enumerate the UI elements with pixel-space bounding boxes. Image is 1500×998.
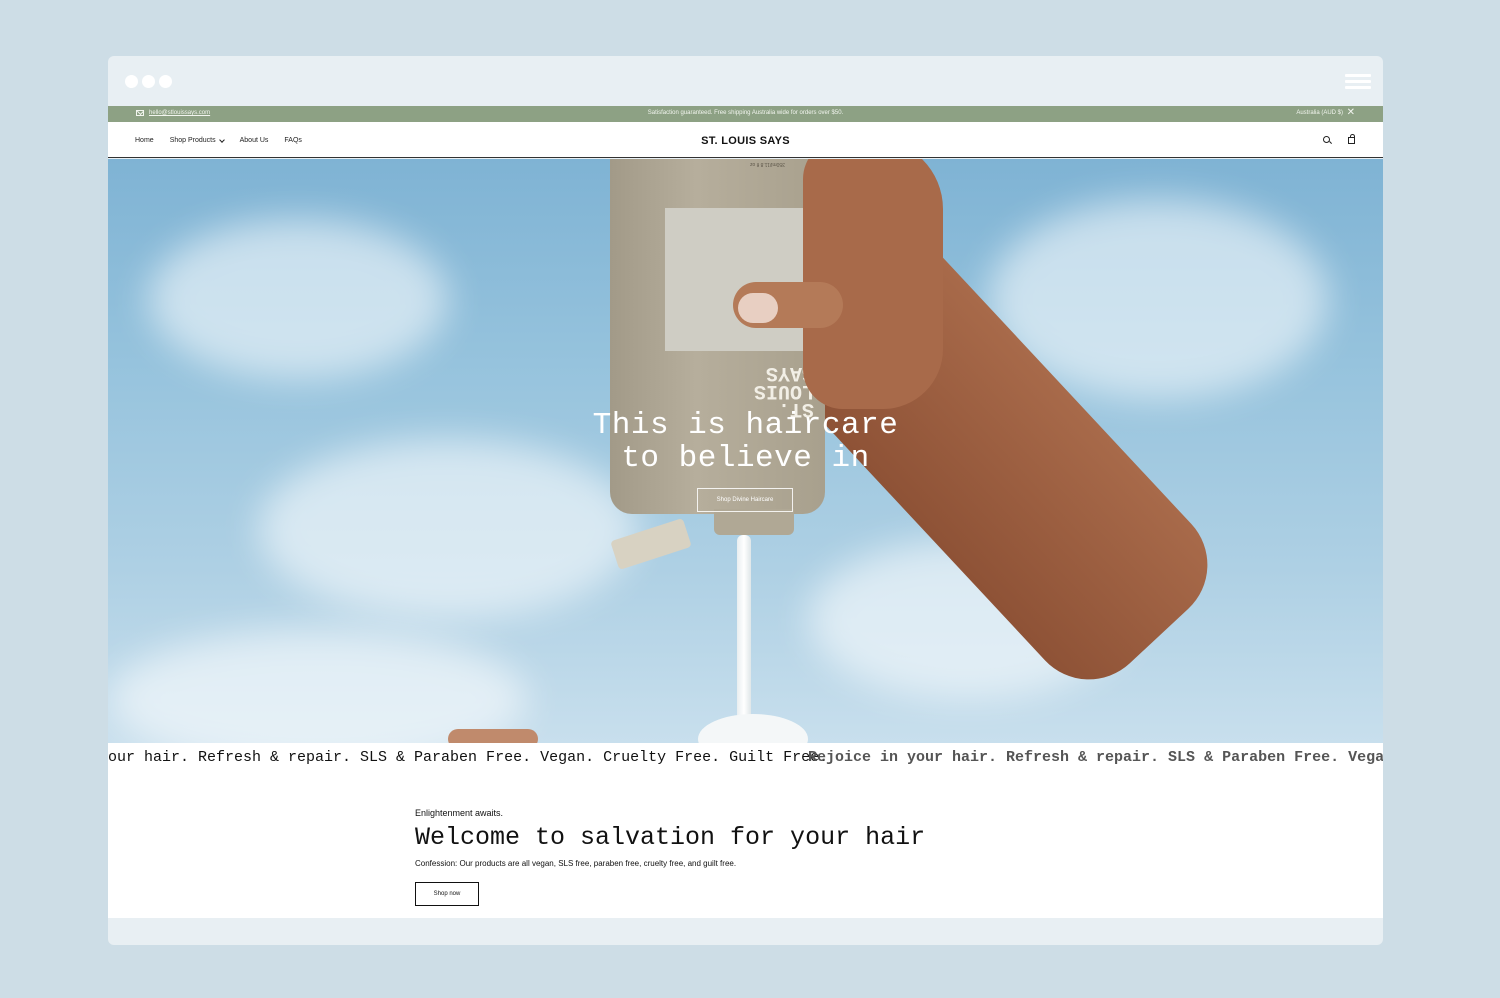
shop-now-button[interactable]: Shop now [415, 882, 479, 906]
search-icon[interactable] [1323, 136, 1330, 143]
hero-banner: 350ml/11.8 fl oz ST. LOUIS SAYS This is … [108, 159, 1383, 743]
cloud [108, 629, 528, 743]
site-header: Home Shop Products About Us FAQs ST. LOU… [108, 122, 1383, 158]
product-stream [737, 535, 751, 725]
announcement-bar: hello@stlouissays.com Satisfaction guara… [108, 106, 1383, 122]
hero-title-line2: to believe in [621, 441, 870, 476]
shop-divine-haircare-button[interactable]: Shop Divine Haircare [697, 488, 793, 512]
close-icon[interactable]: ✕ [1347, 107, 1355, 118]
hero-title-line1: This is haircare [592, 408, 899, 443]
product-foam [698, 714, 808, 743]
hero-title: This is haircare to believe in [108, 409, 1383, 475]
welcome-title: Welcome to salvation for your hair [415, 823, 926, 852]
site-logo[interactable]: ST. LOUIS SAYS [108, 135, 1383, 147]
marquee-text-repeat: Rejoice in your hair. Refresh & repair. … [808, 749, 1383, 766]
announcement-message: Satisfaction guaranteed. Free shipping A… [647, 110, 844, 116]
lower-hand-image [448, 729, 538, 743]
cloud [148, 219, 448, 379]
window-dot-close[interactable] [125, 75, 138, 88]
bottle-neck [714, 509, 794, 535]
marquee-text: our hair. Refresh & repair. SLS & Parabe… [108, 749, 829, 766]
header-icons [1323, 134, 1355, 144]
bottle-volume: 350ml/11.8 fl oz [750, 161, 785, 167]
thumbnail-image [738, 293, 778, 323]
bottle-label [665, 208, 803, 351]
bag-icon[interactable] [1348, 134, 1355, 144]
browser-window: hello@stlouissays.com Satisfaction guara… [108, 56, 1383, 945]
window-dot-maximize[interactable] [159, 75, 172, 88]
welcome-section: Enlightenment awaits. Welcome to salvati… [108, 773, 1383, 918]
hamburger-menu-icon[interactable] [1345, 74, 1371, 90]
welcome-subtitle: Confession: Our products are all vegan, … [415, 859, 737, 868]
window-controls [125, 75, 172, 88]
region-selector[interactable]: Australia (AUD $) [1296, 110, 1343, 116]
window-dot-minimize[interactable] [142, 75, 155, 88]
welcome-kicker: Enlightenment awaits. [415, 808, 504, 818]
marquee-banner: our hair. Refresh & repair. SLS & Parabe… [108, 743, 1383, 773]
browser-chrome [108, 56, 1383, 106]
